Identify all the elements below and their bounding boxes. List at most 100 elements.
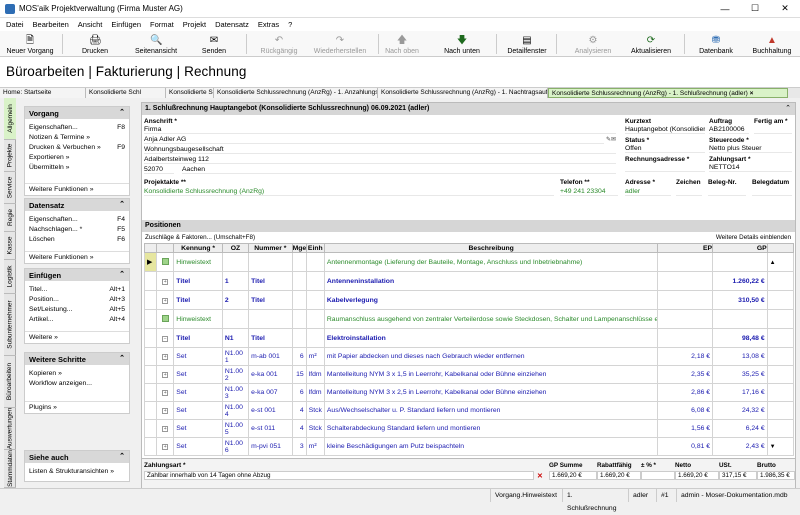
cell-oz[interactable]: N1.00 3 [221, 383, 250, 402]
cell-kennung[interactable]: Hinweistext [173, 309, 223, 329]
cell-ep[interactable] [657, 328, 714, 348]
completed-date-field[interactable] [754, 126, 792, 134]
cell-einh[interactable]: lfdm [305, 383, 325, 402]
cell-mge[interactable] [291, 271, 307, 291]
collapse-icon[interactable]: ⌃ [119, 200, 125, 208]
phone-field[interactable]: +49 241 23304 [560, 188, 618, 196]
cell-ep[interactable] [657, 271, 714, 291]
redo-button[interactable]: ↷ Wiederherstellen [310, 31, 370, 57]
cell-kennung[interactable]: Titel [173, 271, 223, 291]
tab-document-4[interactable]: Konsolidierte Schlussrechnung (AnzRg) - … [378, 88, 548, 98]
sidebar-group-header[interactable]: Datensatz ⌃ [25, 199, 129, 211]
cell-kennung[interactable]: Hinweistext [173, 252, 223, 272]
cell-beschreibung[interactable]: kleine Beschädigungen am Putz beispachte… [323, 437, 659, 456]
tab-document-3[interactable]: Konsolidierte Schlussrechnung (AnzRg) - … [214, 88, 378, 98]
menu-format[interactable]: Format [150, 20, 174, 29]
payment-terms-field[interactable]: Zahlbar innerhalb von 14 Tagen ohne Abzu… [144, 471, 534, 480]
cell-oz[interactable] [221, 309, 250, 329]
cell-gp[interactable]: 24,32 € [712, 401, 768, 420]
table-row[interactable]: + Titel 1 Titel Antenneninstallation 1.260,22… [143, 271, 795, 291]
cell-mge[interactable] [291, 252, 307, 272]
collapse-icon[interactable]: ⌃ [119, 108, 125, 116]
collapse-icon[interactable]: − [162, 335, 169, 342]
table-row[interactable]: ▶ Hinweistext Antennenmontage (Lieferung d… [143, 252, 795, 272]
table-row[interactable]: + Set N1.00 1 m-ab 001 6 m² mit Papier abdecke… [143, 347, 795, 366]
col-mge[interactable]: Mge [291, 243, 307, 253]
table-row[interactable]: − Titel N1 Titel Elektroinstallation 98,48 € [143, 328, 795, 348]
cell-mge[interactable] [291, 290, 307, 310]
cell-gp[interactable] [712, 309, 768, 329]
city-field[interactable]: Aachen [182, 166, 616, 174]
sidebar-item[interactable]: Übermitteln » [25, 163, 129, 173]
sidebar-more[interactable]: Plugins » [25, 401, 129, 413]
address-line[interactable]: Adalbertsteinweg 112 [144, 156, 616, 164]
menu-projekt[interactable]: Projekt [183, 20, 206, 29]
collapse-icon[interactable]: ⌃ [119, 452, 125, 460]
cell-nummer[interactable]: e-ka 001 [248, 365, 293, 384]
collapse-icon[interactable]: ⌃ [119, 270, 125, 278]
sidebar-item[interactable]: Artikel... Alt+4 [25, 315, 129, 325]
cell-beschreibung[interactable]: Mantelleitung NYM 3 x 2,5 in Leerrohr, K… [323, 383, 659, 402]
menu-datensatz[interactable]: Datensatz [215, 20, 249, 29]
status-field[interactable]: Offen [625, 145, 705, 153]
cell-kennung[interactable]: Set [173, 437, 223, 456]
cell-kennung[interactable]: Set [173, 419, 223, 438]
project-file-field[interactable]: Konsolidierte Schlussrechnung (AnzRg) [144, 188, 554, 196]
cell-oz[interactable]: 2 [221, 290, 250, 310]
vtab-auswertungen[interactable]: Auswertungen [4, 408, 16, 450]
billing-address-field[interactable] [625, 164, 705, 172]
cell-oz[interactable]: N1.00 4 [221, 401, 250, 420]
sidebar-more[interactable]: Weitere Funktionen » [25, 251, 129, 263]
menu-bearbeiten[interactable]: Bearbeiten [33, 20, 69, 29]
close-button[interactable]: ✕ [770, 0, 800, 18]
menu-extras[interactable]: Extras [258, 20, 279, 29]
scroll-down-icon[interactable]: ▼ [770, 444, 776, 450]
address-line[interactable]: Wohnungsbaugesellschaft [144, 146, 616, 154]
surcharges-link[interactable]: Zuschläge & Faktoren... (Umschalt+F8) [145, 234, 255, 241]
cell-oz[interactable] [221, 252, 250, 272]
menu-ansicht[interactable]: Ansicht [78, 20, 103, 29]
col-einh[interactable]: Einh [305, 243, 325, 253]
clear-icon[interactable]: ✕ [537, 472, 543, 480]
vtab-bueroarbeiten[interactable]: Büroarbeiten [4, 356, 16, 408]
collapse-icon[interactable]: ⌃ [785, 103, 791, 115]
cell-oz[interactable]: N1.00 5 [221, 419, 250, 438]
tab-home[interactable]: Home: Startseite [0, 88, 86, 98]
sidebar-item[interactable]: Notizen & Termine » [25, 133, 129, 143]
receipt-number-field[interactable] [708, 188, 746, 196]
cell-kennung[interactable]: Set [173, 347, 223, 366]
vtab-logistik[interactable]: Logistik [4, 260, 16, 294]
tab-document-active[interactable]: Konsolidierte Schlussrechnung (AnzRg) - … [548, 88, 788, 98]
col-oz[interactable]: OZ [221, 243, 250, 253]
sidebar-item[interactable]: Löschen F6 [25, 235, 129, 245]
table-row[interactable]: + Set N1.00 6 m-pvi 051 3 m² kleine Beschädigu… [143, 437, 795, 456]
cell-gp[interactable]: 1.260,22 € [712, 271, 768, 291]
cell-nummer[interactable] [248, 309, 293, 329]
vtab-kasse[interactable]: Kasse [4, 232, 16, 260]
cell-nummer[interactable]: Titel [248, 328, 293, 348]
cell-ep[interactable]: 2,86 € [657, 383, 714, 402]
cell-ep[interactable]: 0,81 € [657, 437, 714, 456]
cell-nummer[interactable]: e-st 011 [248, 419, 293, 438]
menu-einfuegen[interactable]: Einfügen [111, 20, 141, 29]
expand-icon[interactable]: + [162, 390, 169, 396]
sidebar-group-header[interactable]: Weitere Schritte ⌃ [25, 353, 129, 365]
sidebar-item[interactable]: Eigenschaften... F8 [25, 123, 129, 133]
cell-einh[interactable] [305, 290, 325, 310]
cell-einh[interactable] [305, 328, 325, 348]
detail-window-button[interactable]: ▤ Detailfenster [504, 31, 550, 57]
short-text-field[interactable]: Hauptangebot (Konsolidier [625, 126, 705, 134]
close-tab-icon[interactable]: × [750, 90, 754, 97]
menu-datei[interactable]: Datei [6, 20, 24, 29]
vtab-allgemein[interactable]: Allgemein [4, 98, 16, 140]
more-details-link[interactable]: Weitere Details einblenden [716, 234, 791, 241]
cell-oz[interactable]: N1.00 1 [221, 347, 250, 366]
cell-beschreibung[interactable]: mit Papier abdecken und dieses nach Gebr… [323, 347, 659, 366]
cell-einh[interactable] [305, 309, 325, 329]
sidebar-item[interactable]: Titel... Alt+1 [25, 285, 129, 295]
cell-mge[interactable]: 4 [291, 401, 307, 420]
vtab-regie[interactable]: Regie [4, 204, 16, 232]
address-code-field[interactable]: adler [625, 188, 671, 196]
table-row[interactable]: + Set N1.00 3 e-ka 007 6 lfdm Mantelleitung NY… [143, 383, 795, 402]
cell-mge[interactable]: 3 [291, 437, 307, 456]
